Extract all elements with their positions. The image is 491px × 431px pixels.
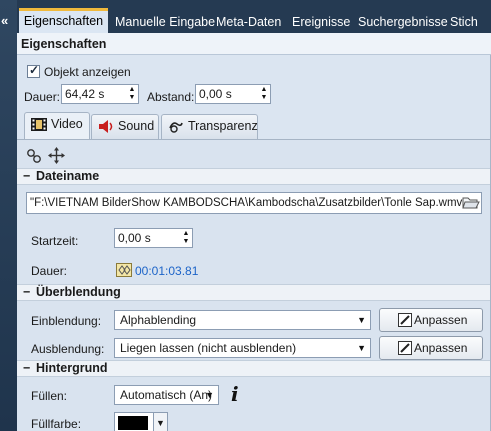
- duration-info-value: 00:01:03.81: [135, 264, 199, 278]
- start-time-value: 0,00 s: [118, 231, 151, 245]
- duration-label: Dauer:: [24, 90, 61, 104]
- show-object-checkbox[interactable]: ✓: [27, 63, 40, 78]
- collapse-left-icon[interactable]: «: [1, 14, 8, 27]
- duration-value: 64,42 s: [65, 87, 105, 101]
- chevron-down-icon: ▼: [357, 343, 366, 353]
- chevron-down-icon: ▼: [357, 315, 366, 325]
- fade-in-select[interactable]: Alphablending ▼: [114, 310, 371, 330]
- fill-label: Füllen:: [31, 389, 68, 403]
- collapse-icon[interactable]: −: [23, 285, 30, 300]
- subtab-transparenz-label: Transparenz: [188, 119, 258, 133]
- duration-input[interactable]: 64,42 s ▲ ▼: [61, 84, 139, 104]
- duration-info-label: Dauer:: [31, 264, 68, 278]
- spinner-arrows-icon[interactable]: ▲ ▼: [182, 230, 190, 246]
- spacing-label: Abstand:: [147, 90, 195, 104]
- fade-in-label: Einblendung:: [31, 314, 102, 328]
- fade-in-value: Alphablending: [120, 313, 197, 327]
- timecode-icon: [116, 263, 132, 277]
- film-icon: [31, 118, 47, 131]
- chevron-down-icon: ▼: [205, 390, 214, 400]
- fade-in-adjust-label: Anpassen: [414, 313, 468, 327]
- file-path-field[interactable]: "F:\VIETNAM BilderShow KAMBODSCHA\Kambod…: [26, 192, 482, 214]
- tab-ereignisse[interactable]: Ereignisse: [292, 11, 350, 33]
- spacing-value: 0,00 s: [199, 87, 232, 101]
- section-ueberblendung[interactable]: − Überblendung: [17, 284, 491, 301]
- start-time-label: Startzeit:: [31, 234, 79, 248]
- section-dateiname-title: Dateiname: [36, 169, 100, 183]
- spinner-arrows-icon[interactable]: ▲ ▼: [128, 86, 136, 102]
- collapse-icon[interactable]: −: [23, 169, 30, 184]
- transparency-icon: [169, 122, 183, 133]
- fill-value: Automatisch (An): [120, 388, 213, 402]
- fade-in-adjust-button[interactable]: Anpassen: [379, 308, 483, 332]
- color-swatch: [118, 416, 148, 430]
- section-hintergrund-title: Hintergrund: [36, 361, 108, 375]
- side-collapse-bar[interactable]: «: [0, 0, 17, 431]
- speaker-icon: [99, 120, 113, 133]
- tab-manuelle-eingabe[interactable]: Manuelle Eingabe: [115, 11, 215, 33]
- edit-icon: [398, 341, 412, 355]
- chain-link-icon[interactable]: [26, 148, 42, 164]
- subtab-transparenz[interactable]: Transparenz: [161, 114, 258, 139]
- properties-panel: Eigenschaften ✓ Objekt anzeigen Dauer: 6…: [17, 33, 491, 431]
- spinner-arrows-icon[interactable]: ▲ ▼: [260, 86, 268, 102]
- fade-out-value: Liegen lassen (nicht ausblenden): [120, 341, 297, 355]
- tab-eigenschaften[interactable]: Eigenschaften: [19, 8, 108, 33]
- fill-select[interactable]: Automatisch (An) ▼: [114, 385, 219, 405]
- info-icon[interactable]: i: [231, 382, 239, 406]
- fill-color-picker[interactable]: ▼: [114, 412, 168, 431]
- chevron-down-icon[interactable]: ▼: [153, 413, 167, 431]
- move-arrows-icon[interactable]: [48, 147, 65, 164]
- subtab-video[interactable]: Video: [24, 112, 90, 140]
- folder-open-icon[interactable]: [462, 196, 480, 210]
- fill-color-label: Füllfarbe:: [31, 417, 82, 431]
- tab-stich[interactable]: Stich: [450, 11, 478, 33]
- subtab-sound-label: Sound: [118, 119, 155, 133]
- fade-out-adjust-label: Anpassen: [414, 341, 468, 355]
- fade-out-adjust-button[interactable]: Anpassen: [379, 336, 483, 360]
- edit-icon: [398, 313, 412, 327]
- section-dateiname[interactable]: − Dateiname: [17, 168, 491, 185]
- fade-out-label: Ausblendung:: [31, 342, 105, 356]
- tab-meta-daten[interactable]: Meta-Daten: [216, 11, 281, 33]
- tab-suchergebnisse[interactable]: Suchergebnisse: [358, 11, 448, 33]
- spacing-input[interactable]: 0,00 s ▲ ▼: [195, 84, 271, 104]
- fade-out-select[interactable]: Liegen lassen (nicht ausblenden) ▼: [114, 338, 371, 358]
- section-hintergrund[interactable]: − Hintergrund: [17, 360, 491, 377]
- subtab-sound[interactable]: Sound: [91, 114, 159, 139]
- show-object-label: Objekt anzeigen: [44, 65, 131, 79]
- start-time-input[interactable]: 0,00 s ▲ ▼: [114, 228, 193, 248]
- panel-title: Eigenschaften: [17, 33, 491, 55]
- subtab-video-label: Video: [51, 117, 83, 131]
- collapse-icon[interactable]: −: [23, 361, 30, 376]
- section-ueberblendung-title: Überblendung: [36, 285, 121, 299]
- file-path-value: "F:\VIETNAM BilderShow KAMBODSCHA\Kambod…: [30, 197, 467, 209]
- checkmark-icon: ✓: [29, 63, 40, 77]
